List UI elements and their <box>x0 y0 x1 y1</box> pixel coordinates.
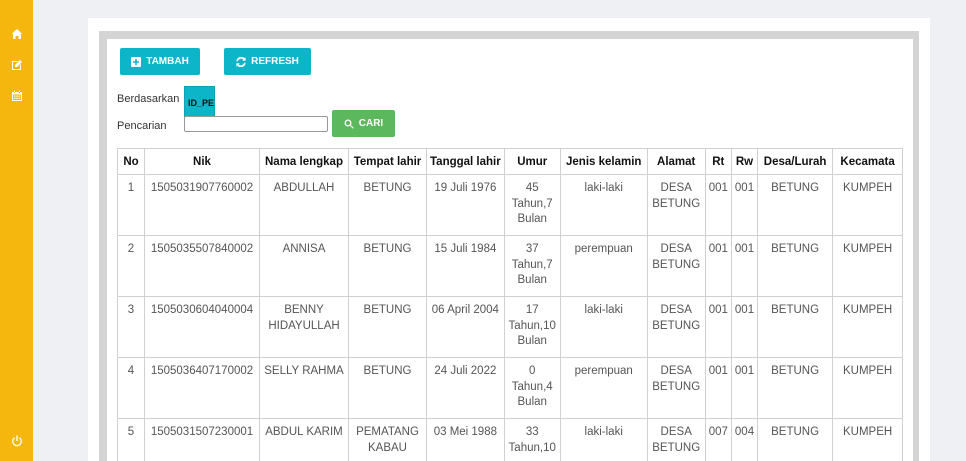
cell-kecamatan: KUMPEH <box>832 296 904 358</box>
header-kecamatan[interactable]: Kecamata <box>832 148 904 175</box>
refresh-label: REFRESH <box>251 56 299 67</box>
cell-desa-lurah: BETUNG <box>757 235 834 297</box>
cell-tempat-lahir: BETUNG <box>348 357 427 419</box>
cell-alamat: DESA BETUNG <box>646 296 706 358</box>
top-strip <box>33 0 966 14</box>
search-input[interactable] <box>184 116 328 132</box>
cell-nik: 1505035507840002 <box>144 235 260 297</box>
cell-nik: 1505030604040004 <box>144 296 260 358</box>
header-jenis-kelamin[interactable]: Jenis kelamin <box>559 148 648 175</box>
cell-desa-lurah: BETUNG <box>757 357 834 419</box>
cell-tempat-lahir: BETUNG <box>348 235 427 297</box>
edit-icon[interactable] <box>0 55 33 75</box>
power-icon[interactable] <box>0 431 33 451</box>
refresh-button[interactable]: REFRESH <box>224 48 311 75</box>
cell-rw: 001 <box>730 357 759 419</box>
cell-rt: 007 <box>704 418 732 461</box>
cell-jenis-kelamin: perempuan <box>559 235 648 297</box>
cell-no: 3 <box>117 296 145 358</box>
cell-no: 2 <box>117 235 145 297</box>
search-icon <box>344 119 354 129</box>
cell-umur: 45 Tahun,7 Bulan <box>503 174 561 236</box>
tambah-button[interactable]: TAMBAH <box>120 48 200 75</box>
home-icon[interactable] <box>0 24 33 44</box>
cell-umur: 37 Tahun,7 Bulan <box>503 235 561 297</box>
cell-rt: 001 <box>704 296 732 358</box>
cell-desa-lurah: BETUNG <box>757 296 834 358</box>
cell-tempat-lahir: PEMATANG KABAU <box>348 418 427 461</box>
sidebar <box>0 0 33 461</box>
cell-no: 1 <box>117 174 145 236</box>
header-rt[interactable]: Rt <box>704 148 732 175</box>
calendar-icon[interactable] <box>0 86 33 106</box>
header-rw[interactable]: Rw <box>730 148 759 175</box>
cell-tempat-lahir: BETUNG <box>348 174 427 236</box>
cell-kecamatan: KUMPEH <box>832 235 904 297</box>
cell-jenis-kelamin: perempuan <box>559 357 648 419</box>
header-nik[interactable]: Nik <box>144 148 260 175</box>
header-nama-lengkap[interactable]: Nama lengkap <box>259 148 349 175</box>
tambah-label: TAMBAH <box>146 56 189 67</box>
cell-jenis-kelamin: laki-laki <box>559 296 648 358</box>
cell-tanggal-lahir: 03 Mei 1988 <box>426 418 505 461</box>
cell-tanggal-lahir: 19 Juli 1976 <box>426 174 505 236</box>
cell-desa-lurah: BETUNG <box>757 418 834 461</box>
cell-kecamatan: KUMPEH <box>832 357 904 419</box>
plus-square-icon <box>131 56 142 67</box>
cell-nama: SELLY RAHMA <box>259 357 349 419</box>
table-row: 5 1505031507230001 ABDUL KARIM PEMATANG … <box>117 418 904 461</box>
refresh-icon <box>236 56 246 67</box>
cell-rt: 001 <box>704 357 732 419</box>
cell-desa-lurah: BETUNG <box>757 174 834 236</box>
cell-tanggal-lahir: 15 Juli 1984 <box>426 235 505 297</box>
cell-jenis-kelamin: laki-laki <box>559 418 648 461</box>
cell-kecamatan: KUMPEH <box>832 174 904 236</box>
table-row: 2 1505035507840002 ANNISA BETUNG 15 Juli… <box>117 235 904 297</box>
cell-kecamatan: KUMPEH <box>832 418 904 461</box>
cell-alamat: DESA BETUNG <box>646 418 706 461</box>
cell-nama: BENNY HIDAYULLAH <box>259 296 349 358</box>
cell-tanggal-lahir: 24 Juli 2022 <box>426 357 505 419</box>
content-panel: TAMBAH REFRESH Berdasarkan ID_PE Pencari… <box>107 39 913 461</box>
cell-alamat: DESA BETUNG <box>646 235 706 297</box>
cell-rw: 004 <box>730 418 759 461</box>
header-tempat-lahir[interactable]: Tempat lahir <box>348 148 427 175</box>
cell-jenis-kelamin: laki-laki <box>559 174 648 236</box>
pencarian-label: Pencarian <box>117 120 167 132</box>
cell-alamat: DESA BETUNG <box>646 174 706 236</box>
cell-tempat-lahir: BETUNG <box>348 296 427 358</box>
cell-rt: 001 <box>704 235 732 297</box>
cell-nama: ABDUL KARIM <box>259 418 349 461</box>
header-tanggal-lahir[interactable]: Tanggal lahir <box>426 148 505 175</box>
table-header-row: No Nik Nama lengkap Tempat lahir Tanggal… <box>117 148 904 175</box>
cell-nama: ABDULLAH <box>259 174 349 236</box>
header-umur[interactable]: Umur <box>503 148 561 175</box>
cell-rw: 001 <box>730 174 759 236</box>
cell-alamat: DESA BETUNG <box>646 357 706 419</box>
header-alamat[interactable]: Alamat <box>646 148 706 175</box>
berdasarkan-label: Berdasarkan <box>117 93 180 105</box>
cari-label: CARI <box>358 118 384 129</box>
penduduk-table: No Nik Nama lengkap Tempat lahir Tanggal… <box>117 148 904 461</box>
cell-rt: 001 <box>704 174 732 236</box>
cell-nik: 1505031507230001 <box>144 418 260 461</box>
cell-nama: ANNISA <box>259 235 349 297</box>
table-row: 1 1505031907760002 ABDULLAH BETUNG 19 Ju… <box>117 174 904 236</box>
cell-no: 4 <box>117 357 145 419</box>
cell-nik: 1505036407170002 <box>144 357 260 419</box>
cell-rw: 001 <box>730 296 759 358</box>
table-row: 4 1505036407170002 SELLY RAHMA BETUNG 24… <box>117 357 904 419</box>
cell-umur: 33 Tahun,10 <box>503 418 561 461</box>
header-no[interactable]: No <box>117 148 145 175</box>
cell-rw: 001 <box>730 235 759 297</box>
cell-umur: 0 Tahun,4 Bulan <box>503 357 561 419</box>
berdasarkan-select[interactable]: ID_PE <box>184 86 215 120</box>
cari-button[interactable]: CARI <box>332 110 395 137</box>
cell-tanggal-lahir: 06 April 2004 <box>426 296 505 358</box>
cell-nik: 1505031907760002 <box>144 174 260 236</box>
cell-no: 5 <box>117 418 145 461</box>
cell-umur: 17 Tahun,10 Bulan <box>503 296 561 358</box>
table-row: 3 1505030604040004 BENNY HIDAYULLAH BETU… <box>117 296 904 358</box>
header-desa-lurah[interactable]: Desa/Lurah <box>757 148 834 175</box>
